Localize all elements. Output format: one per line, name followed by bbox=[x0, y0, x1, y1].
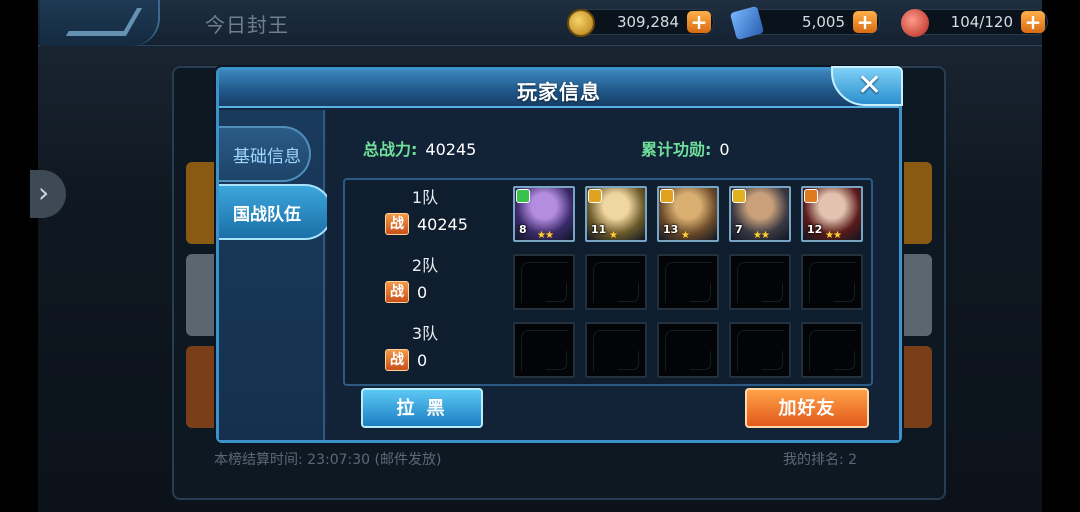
hero-slot[interactable]: 11 ★ bbox=[585, 186, 647, 242]
hero-stars: ★★ bbox=[753, 230, 770, 241]
team-power: 战0 bbox=[385, 280, 427, 304]
empty-hero-slot[interactable] bbox=[729, 254, 791, 310]
empty-hero-slot[interactable] bbox=[585, 322, 647, 378]
faction-emblem-icon bbox=[804, 189, 818, 203]
gem-resource: 104/120 + bbox=[901, 9, 1048, 37]
empty-hero-slot[interactable] bbox=[801, 322, 863, 378]
total-power-value: 40245 bbox=[425, 140, 477, 159]
team-info: 2队战 0 bbox=[365, 248, 485, 314]
empty-hero-slot[interactable] bbox=[657, 254, 719, 310]
team-info: 3队战 0 bbox=[365, 316, 485, 382]
team-row: 1队战 40245 8 ★★ 11 ★ 13 ★ 7 ★★ 12 ★★ bbox=[345, 180, 871, 246]
add-ticket-button[interactable]: + bbox=[853, 11, 877, 33]
team-name: 3队 bbox=[411, 324, 439, 343]
tab-basic-info-label: 基础信息 bbox=[233, 146, 301, 167]
hero-level: 11 bbox=[591, 223, 607, 236]
tab-war-team-label: 国战队伍 bbox=[233, 204, 301, 225]
hero-level: 12 bbox=[807, 223, 823, 236]
merit-label: 累计功勋: bbox=[641, 140, 712, 159]
gem-icon bbox=[901, 9, 929, 37]
team-power-value: 0 bbox=[417, 350, 428, 370]
hero-slot[interactable]: 7 ★★ bbox=[729, 186, 791, 242]
add-friend-button[interactable]: 加好友 bbox=[745, 388, 869, 428]
hero-level: 7 bbox=[735, 223, 743, 236]
total-power-label: 总战力: bbox=[363, 140, 418, 159]
tab-basic-info[interactable]: 基础信息 bbox=[219, 126, 311, 182]
team-row: 2队战 0 bbox=[345, 248, 871, 314]
add-gem-button[interactable]: + bbox=[1021, 11, 1045, 33]
faction-emblem-icon bbox=[660, 189, 674, 203]
total-power: 总战力: 40245 bbox=[363, 136, 476, 160]
dialog-header: 玩家信息 bbox=[219, 70, 899, 108]
team-power-value: 40245 bbox=[417, 214, 468, 234]
hero-level: 8 bbox=[519, 223, 527, 236]
merit: 累计功勋: 0 bbox=[641, 136, 730, 160]
empty-hero-slot[interactable] bbox=[513, 254, 575, 310]
close-icon: ✕ bbox=[857, 68, 883, 103]
team-name: 1队 bbox=[411, 188, 439, 207]
merit-value: 0 bbox=[719, 140, 730, 159]
hero-slot[interactable]: 12 ★★ bbox=[801, 186, 863, 242]
team-list: 1队战 40245 8 ★★ 11 ★ 13 ★ 7 ★★ 12 ★★ 2队战 0 3队战 0 bbox=[343, 178, 873, 386]
tab-sidebar: 基础信息 国战队伍 bbox=[219, 110, 333, 440]
top-bar bbox=[38, 0, 1042, 46]
team-power: 战0 bbox=[385, 348, 427, 372]
coin-value: 309,284 bbox=[616, 13, 679, 31]
player-info-dialog: 玩家信息 ✕ 基础信息 国战队伍 总战力: 40245 累计功勋: 0 1队战 402… bbox=[216, 66, 903, 443]
right-letterbox bbox=[1042, 0, 1080, 512]
faction-emblem-icon bbox=[732, 189, 746, 203]
left-letterbox bbox=[0, 0, 38, 512]
hero-stars: ★ bbox=[681, 230, 690, 241]
empty-hero-slot[interactable] bbox=[513, 322, 575, 378]
team-power: 战 40245 bbox=[385, 212, 468, 236]
empty-hero-slot[interactable] bbox=[585, 254, 647, 310]
my-rank: 我的排名: 2 bbox=[783, 452, 858, 468]
back-button[interactable] bbox=[40, 0, 160, 46]
tab-war-team[interactable]: 国战队伍 bbox=[219, 184, 333, 240]
power-badge: 战 bbox=[385, 281, 409, 303]
hero-stars: ★ bbox=[609, 230, 618, 241]
hero-level: 13 bbox=[663, 223, 679, 236]
faction-emblem-icon bbox=[588, 189, 602, 203]
empty-hero-slot[interactable] bbox=[729, 322, 791, 378]
add-coin-button[interactable]: + bbox=[687, 11, 711, 33]
hero-slot[interactable]: 8 ★★ bbox=[513, 186, 575, 242]
background-title: 今日封王 bbox=[205, 13, 289, 37]
team-row: 3队战 0 bbox=[345, 316, 871, 382]
faction-emblem-icon bbox=[516, 189, 530, 203]
hero-stars: ★★ bbox=[537, 230, 554, 241]
team-info: 1队战 40245 bbox=[365, 180, 485, 246]
back-arrow-icon bbox=[65, 8, 143, 36]
hero-slot[interactable]: 13 ★ bbox=[657, 186, 719, 242]
ticket-resource: 5,005 + bbox=[729, 5, 880, 41]
team-content: 总战力: 40245 累计功勋: 0 1队战 40245 8 ★★ 11 ★ 13 ★ 7 ★★ 12 ★… bbox=[327, 110, 899, 440]
settlement-time: 本榜结算时间: 23:07:30 (邮件发放) bbox=[214, 452, 442, 468]
power-badge: 战 bbox=[385, 213, 409, 235]
dialog-title: 玩家信息 bbox=[517, 80, 601, 104]
team-name: 2队 bbox=[411, 256, 439, 275]
gem-value: 104/120 bbox=[950, 13, 1013, 31]
empty-hero-slot[interactable] bbox=[657, 322, 719, 378]
coin-icon bbox=[567, 9, 595, 37]
empty-hero-slot[interactable] bbox=[801, 254, 863, 310]
team-power-value: 0 bbox=[417, 282, 428, 302]
block-button[interactable]: 拉 黑 bbox=[361, 388, 483, 428]
power-badge: 战 bbox=[385, 349, 409, 371]
ticket-value: 5,005 bbox=[802, 13, 845, 31]
coin-resource: 309,284 + bbox=[567, 9, 714, 37]
hero-stars: ★★ bbox=[825, 230, 842, 241]
